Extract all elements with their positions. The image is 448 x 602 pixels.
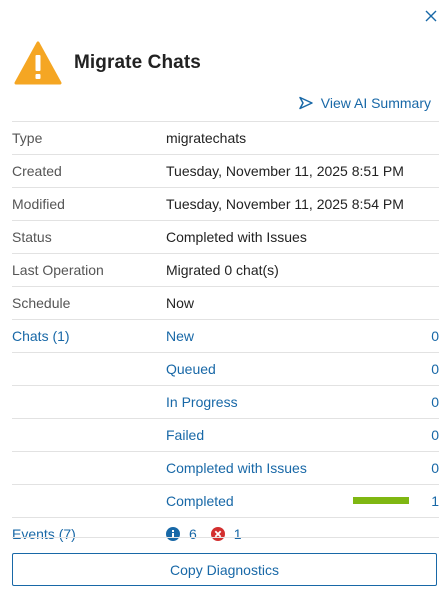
- detail-value: Migrated 0 chat(s): [166, 262, 279, 278]
- detail-label: Last Operation: [12, 262, 104, 278]
- detail-row-modified: Modified Tuesday, November 11, 2025 8:54…: [12, 187, 439, 220]
- close-icon[interactable]: [424, 9, 438, 23]
- detail-row-schedule: Schedule Now: [12, 286, 439, 319]
- detail-value: Completed with Issues: [166, 229, 307, 245]
- chats-in-progress-link[interactable]: In Progress: [166, 394, 238, 410]
- chats-row-completed: Completed 1: [12, 484, 439, 517]
- detail-value: Tuesday, November 11, 2025 8:54 PM: [166, 196, 404, 212]
- chats-completed-count[interactable]: 1: [431, 493, 439, 509]
- details-table: Type migratechats Created Tuesday, Novem…: [12, 121, 439, 550]
- chats-queued-count[interactable]: 0: [431, 361, 439, 377]
- chats-link[interactable]: Chats (1): [12, 328, 70, 344]
- chats-completed-with-issues-count[interactable]: 0: [431, 460, 439, 476]
- detail-value: Now: [166, 295, 195, 311]
- chats-row-failed: Failed 0: [12, 418, 439, 451]
- events-summary: 6 1: [166, 526, 256, 542]
- detail-row-last-operation: Last Operation Migrated 0 chat(s): [12, 253, 439, 286]
- error-events[interactable]: 1: [210, 526, 242, 542]
- error-count: 1: [233, 526, 242, 542]
- detail-row-type: Type migratechats: [12, 121, 439, 154]
- ai-summary-icon: [299, 96, 313, 110]
- detail-value: Tuesday, November 11, 2025 8:51 PM: [166, 163, 404, 179]
- info-count: 6: [189, 526, 197, 542]
- detail-row-created: Created Tuesday, November 11, 2025 8:51 …: [12, 154, 439, 187]
- chats-failed-count[interactable]: 0: [431, 427, 439, 443]
- info-events[interactable]: 6: [166, 526, 197, 542]
- events-row: Events (7) 6 1: [12, 517, 439, 550]
- copy-diagnostics-button[interactable]: Copy Diagnostics: [12, 553, 437, 586]
- chats-completed-with-issues-link[interactable]: Completed with Issues: [166, 460, 307, 476]
- chats-row-new: Chats (1) New 0: [12, 319, 439, 352]
- chats-queued-link[interactable]: Queued: [166, 361, 216, 377]
- detail-value: migratechats: [166, 130, 247, 146]
- view-ai-summary-link[interactable]: View AI Summary: [298, 95, 431, 111]
- detail-label: Modified: [12, 196, 65, 212]
- chats-completed-link[interactable]: Completed: [166, 493, 234, 509]
- chats-row-completed-with-issues: Completed with Issues 0: [12, 451, 439, 484]
- dialog-title: Migrate Chats: [74, 52, 201, 73]
- chats-new-count[interactable]: 0: [431, 328, 439, 344]
- completed-progress-fill: [353, 497, 409, 504]
- chats-new-link[interactable]: New: [166, 328, 194, 344]
- warning-icon: [14, 41, 62, 85]
- detail-label: Created: [12, 163, 62, 179]
- chats-row-in-progress: In Progress 0: [12, 385, 439, 418]
- dialog-header: Migrate Chats: [14, 40, 201, 86]
- chats-failed-link[interactable]: Failed: [166, 427, 204, 443]
- view-ai-summary-label: View AI Summary: [320, 95, 431, 111]
- completed-progress-bar: [353, 497, 409, 504]
- divider: [12, 537, 439, 538]
- info-icon: [166, 527, 180, 541]
- chats-in-progress-count[interactable]: 0: [431, 394, 439, 410]
- chats-row-queued: Queued 0: [12, 352, 439, 385]
- events-link[interactable]: Events (7): [12, 526, 76, 542]
- detail-row-status: Status Completed with Issues: [12, 220, 439, 253]
- error-icon: [210, 527, 225, 541]
- detail-label: Type: [12, 130, 43, 146]
- detail-label: Schedule: [12, 295, 71, 311]
- detail-label: Status: [12, 229, 52, 245]
